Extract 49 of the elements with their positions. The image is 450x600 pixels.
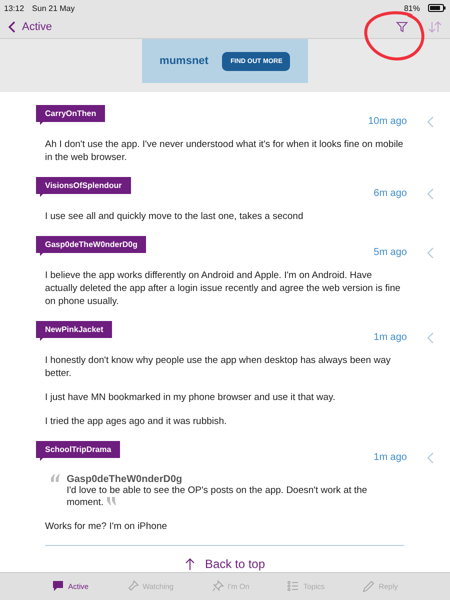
author-tag[interactable]: SchoolTripDrama bbox=[36, 441, 120, 458]
quote-text: I'd love to be able to see the OP's posts on the app. Doesn't work at the moment. bbox=[66, 484, 368, 509]
post-text: I believe the app works differently on Android and Apple. I'm on Android. Have actually deleted the app after a login issue recently and agree the web version is fine on phone usually. bbox=[45, 268, 402, 308]
flashlight-icon bbox=[126, 580, 139, 592]
post-time: 10m ago bbox=[368, 116, 407, 128]
sort-icon bbox=[428, 21, 442, 33]
battery-percent: 81% bbox=[404, 4, 420, 12]
status-time: 13:12 bbox=[4, 4, 24, 12]
author-tag[interactable]: Gasp0deTheW0nderD0g bbox=[36, 236, 146, 254]
reply-chevron[interactable] bbox=[427, 116, 434, 128]
back-to-top-link[interactable]: Back to top bbox=[178, 556, 272, 572]
chevron-left-icon bbox=[427, 332, 434, 344]
author-tag[interactable]: CarryOnThen bbox=[36, 105, 106, 122]
post-time: 1m ago bbox=[374, 332, 407, 344]
arrow-up-icon bbox=[184, 558, 195, 570]
post-text: Ah I don't use the app. I've never understood what it's for when it looks fine on mobile in the web browser. bbox=[45, 138, 404, 164]
pin-icon bbox=[212, 580, 224, 592]
open-quote-icon bbox=[51, 474, 61, 482]
author-tag[interactable]: NewPinkJacket bbox=[36, 321, 112, 338]
chevron-left-icon bbox=[427, 188, 434, 200]
filter-icon bbox=[396, 21, 408, 33]
chevron-left-icon bbox=[427, 246, 434, 259]
post-text: I honestly don't know why people use the app when desktop has always been way better. bbox=[45, 354, 392, 380]
post-time: 1m ago bbox=[374, 452, 407, 464]
post-text: I use see all and quickly move to the last one, takes a second bbox=[45, 210, 304, 223]
chevron-left-icon bbox=[427, 116, 434, 128]
reply-chevron[interactable] bbox=[427, 246, 434, 259]
post-text: I tried the app ages ago and it was rubbish. bbox=[45, 414, 228, 428]
chevron-left-icon bbox=[427, 452, 434, 464]
post-time: 5m ago bbox=[374, 247, 407, 258]
reply-chevron[interactable] bbox=[427, 188, 434, 200]
post-time: 6m ago bbox=[374, 188, 407, 200]
sort-button[interactable] bbox=[428, 21, 442, 33]
close-quote-icon bbox=[106, 496, 116, 505]
author-tag[interactable]: VisionsOfSplendour bbox=[36, 177, 131, 194]
post-text: Works for me? I'm on iPhone bbox=[45, 520, 168, 533]
filter-button[interactable] bbox=[396, 21, 408, 33]
reply-chevron[interactable] bbox=[427, 452, 434, 464]
advert-logo: mumsnet bbox=[160, 55, 208, 67]
back-button[interactable]: Active bbox=[8, 21, 52, 33]
status-date: Sun 21 May bbox=[32, 4, 75, 12]
battery-icon bbox=[428, 4, 446, 12]
quote-author: Gasp0deTheW0nderD0g bbox=[66, 474, 184, 485]
chevron-left-icon bbox=[8, 21, 16, 33]
speech-bubble-icon bbox=[52, 580, 64, 592]
pencil-icon bbox=[362, 580, 375, 592]
post-text: I just have MN bookmarked in my phone browser and use it that way. bbox=[45, 390, 336, 404]
list-icon bbox=[287, 580, 300, 592]
reply-chevron[interactable] bbox=[427, 332, 434, 344]
